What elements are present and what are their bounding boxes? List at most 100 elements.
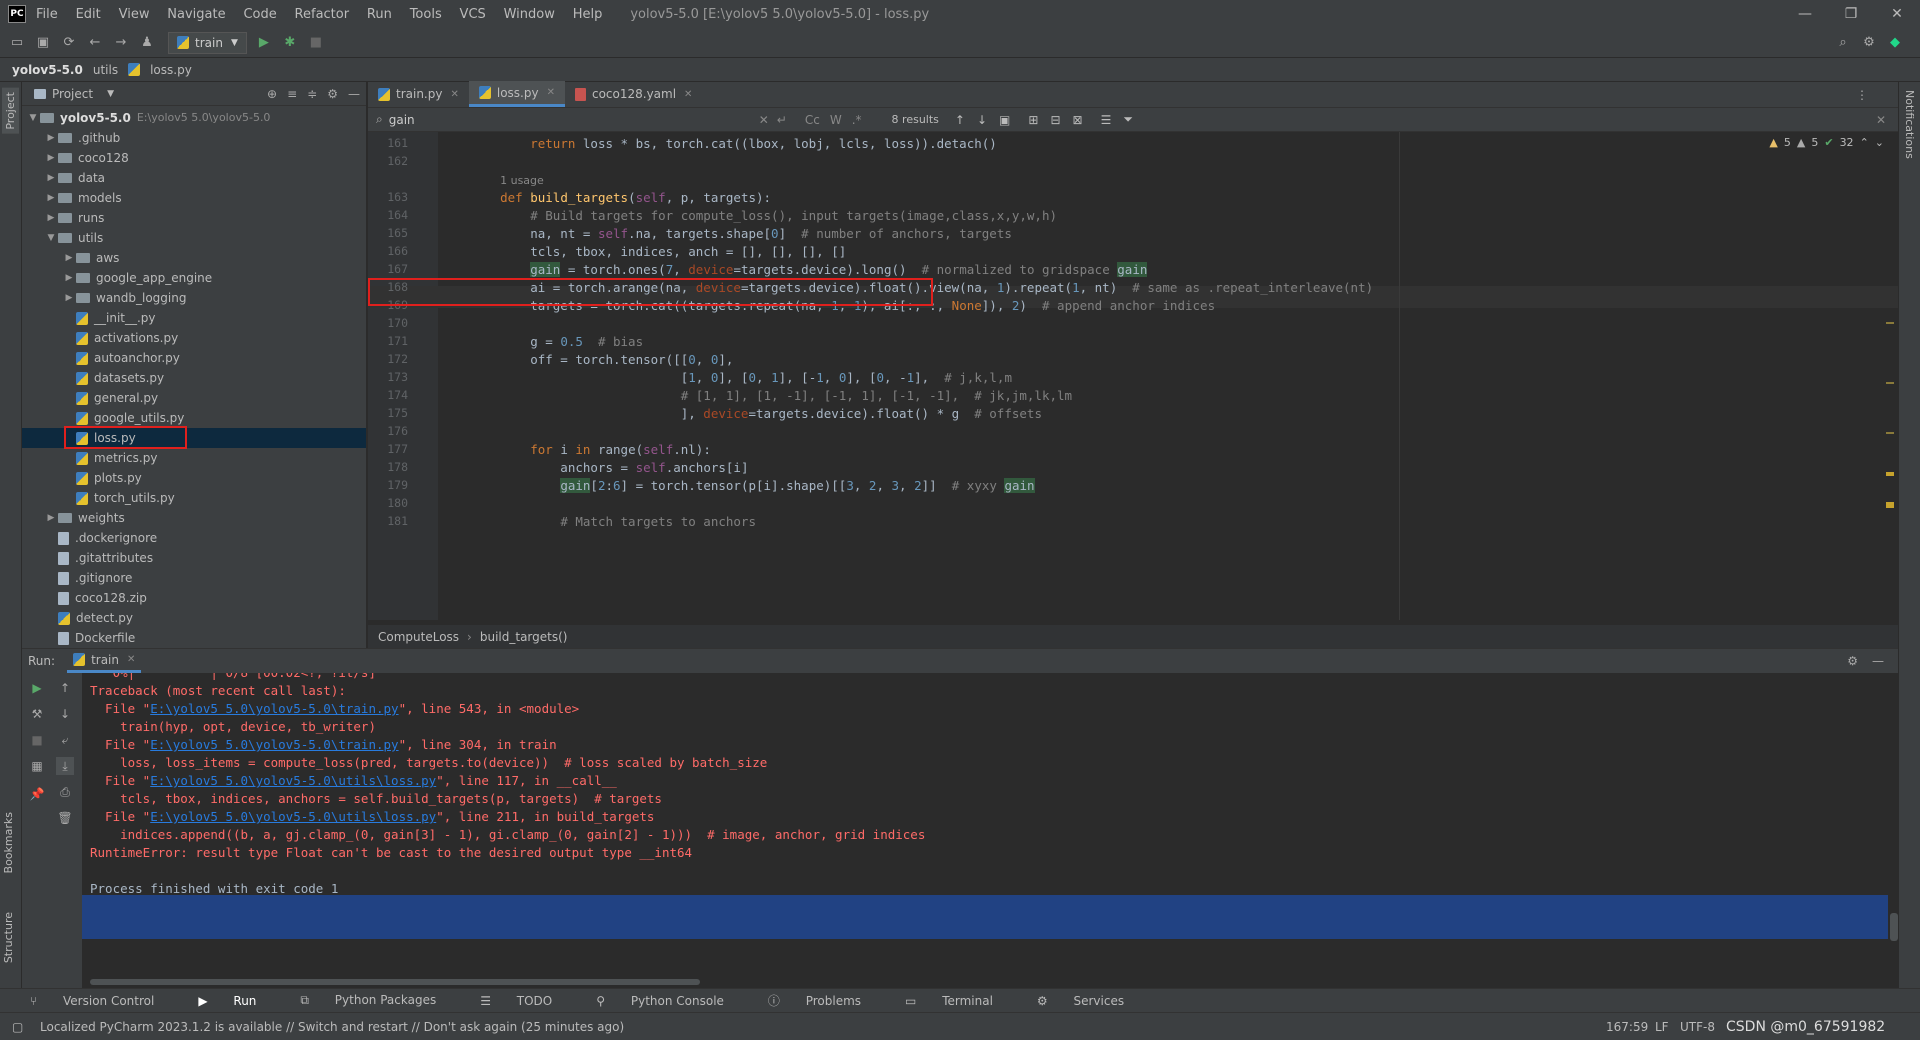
tool-terminal[interactable]: ▭ Terminal [905,994,1015,1008]
settings-gear-icon[interactable]: ⚙ [1858,32,1880,54]
close-tab-icon[interactable]: ✕ [684,89,692,100]
file-link[interactable]: E:\yolov5 5.0\yolov5-5.0\train.py [150,737,398,752]
code-line[interactable]: g = 0.5 # bias [470,334,643,349]
code-line[interactable]: ], device=targets.device).float() * g # … [470,406,1042,421]
tree-item[interactable]: .gitattributes [22,548,366,568]
tree-item[interactable]: ▶ wandb_logging [22,288,366,308]
project-header-label[interactable]: Project [52,87,93,101]
file-link[interactable]: E:\yolov5 5.0\yolov5-5.0\utils\loss.py [150,809,436,824]
tree-item[interactable]: ▶ .github [22,128,366,148]
tool-python-packages[interactable]: ⧉ Python Packages [300,993,458,1008]
tool-version-control[interactable]: ⑂ Version Control [30,994,176,1008]
status-toggle-icon[interactable]: ▢ [12,1020,23,1034]
tree-item[interactable]: ▶ google_app_engine [22,268,366,288]
down-icon[interactable]: ↓ [56,705,74,723]
project-tool-tab[interactable]: Project [2,88,19,134]
minimize-icon[interactable]: — [1782,0,1828,28]
tree-item[interactable]: __init__.py [22,308,366,328]
scroll-to-end-icon[interactable]: ⤓ [56,757,74,775]
stop-icon[interactable]: ■ [305,32,327,54]
chevron-up-icon[interactable]: ⌃ [1860,136,1869,149]
menu-code[interactable]: Code [243,7,276,22]
structure-tool-tab[interactable]: Structure [2,912,15,963]
tree-item[interactable]: coco128.zip [22,588,366,608]
close-tab-icon[interactable]: ✕ [450,89,458,100]
tree-item[interactable]: autoanchor.py [22,348,366,368]
tree-item[interactable]: activations.py [22,328,366,348]
code-line[interactable]: def build_targets(self, p, targets): [470,190,771,205]
jetbrains-logo-icon[interactable]: ◆ [1884,32,1906,54]
remove-occurrence-icon[interactable]: ⊟ [1050,113,1060,127]
rerun-icon[interactable]: ▶ [28,679,46,697]
clear-icon[interactable]: ✕ [759,113,769,127]
code-line[interactable]: 1 usage [470,172,544,187]
match-case-toggle[interactable]: Cc [805,113,820,127]
code-line[interactable]: for i in range(self.nl): [470,442,711,457]
menu-vcs[interactable]: VCS [460,7,486,22]
code-line[interactable]: [1, 0], [0, 1], [-1, 0], [0, -1], # j,k,… [470,370,1012,385]
code-line[interactable]: # [1, 1], [1, -1], [-1, 1], [-1, -1], # … [470,388,1072,403]
breadcrumb-folder[interactable]: utils [93,63,118,77]
tree-item[interactable]: ▶ aws [22,248,366,268]
tree-item[interactable]: ▶ data [22,168,366,188]
tree-item[interactable]: ▶ coco128 [22,148,366,168]
close-icon[interactable]: ✕ [1874,0,1920,28]
more-icon[interactable]: ⋮ [1856,88,1868,102]
caret-position[interactable]: 167:59 [1606,1020,1648,1034]
close-tab-icon[interactable]: ✕ [127,654,135,665]
tree-item[interactable]: .dockerignore [22,528,366,548]
menu-refactor[interactable]: Refactor [295,7,350,22]
line-separator[interactable]: LF [1655,1020,1669,1034]
tree-item[interactable]: ▶ runs [22,208,366,228]
tree-item[interactable]: datasets.py [22,368,366,388]
hide-icon[interactable]: — [1872,654,1884,668]
tab-coco128-yaml[interactable]: coco128.yaml ✕ [565,81,702,107]
code-line[interactable]: return loss * bs, torch.cat((lbox, lobj,… [470,136,997,151]
breadcrumb-file[interactable]: loss.py [128,63,202,77]
code-line[interactable]: tcls, tbox, indices, anch = [], [], [], … [470,244,846,259]
notifications-tool-tab[interactable]: Notifications [1903,90,1916,159]
expand-all-icon[interactable]: ≡ [287,87,297,101]
tree-item[interactable]: google_utils.py [22,408,366,428]
close-tab-icon[interactable]: ✕ [547,87,555,98]
tree-item[interactable]: ▼ utils [22,228,366,248]
tree-item[interactable]: torch_utils.py [22,488,366,508]
soft-wrap-icon[interactable]: ⤶ [56,731,74,749]
filter-settings-icon[interactable]: ☰ [1101,113,1112,127]
menu-help[interactable]: Help [573,7,603,22]
run-icon[interactable]: ▶ [253,32,275,54]
sync-icon[interactable]: ⟳ [58,32,80,54]
filter-icon[interactable]: ⏷ [1123,112,1133,127]
select-all-icon[interactable]: ▣ [999,113,1010,127]
debug-icon[interactable]: ✱ [279,32,301,54]
gear-icon[interactable]: ⚙ [327,87,338,101]
bookmarks-tool-tab[interactable]: Bookmarks [2,812,15,873]
tree-root[interactable]: ▼ yolov5-5.0 E:\yolov5 5.0\yolov5-5.0 [22,108,366,128]
run-tab-train[interactable]: train ✕ [67,649,142,673]
tree-item[interactable]: ▶ models [22,188,366,208]
code-line[interactable]: off = torch.tensor([[0, 0], [470,352,733,367]
chevron-down-icon[interactable]: ▼ [107,89,114,99]
code-line[interactable]: gain[2:6] = torch.tensor(p[i].shape)[[3,… [470,478,1035,493]
horizontal-scrollbar[interactable] [90,979,700,985]
print-icon[interactable]: ⎙ [56,783,74,801]
select-all-occurrences-icon[interactable]: ⊠ [1073,113,1083,127]
tab-train-py[interactable]: train.py ✕ [368,81,469,107]
locate-icon[interactable]: ⊕ [267,87,277,101]
tree-item[interactable]: general.py [22,388,366,408]
close-find-icon[interactable]: ✕ [1876,113,1886,127]
file-encoding[interactable]: UTF-8 [1680,1020,1715,1034]
tree-item[interactable]: ▶ weights [22,508,366,528]
find-input[interactable] [388,112,759,127]
regex-toggle[interactable]: .* [852,113,862,127]
code-line[interactable]: # Match targets to anchors [470,514,756,529]
breadcrumb-project[interactable]: yolov5-5.0 [12,63,83,77]
tool-todo[interactable]: ☰ TODO [480,994,574,1008]
wrench-icon[interactable]: ⚒ [28,705,46,723]
forward-icon[interactable]: → [110,32,132,54]
code-line[interactable]: # Build targets for compute_loss(), inpu… [470,208,1057,223]
code-line[interactable]: anchors = self.anchors[i] [470,460,748,475]
code-line[interactable]: na, nt = self.na, targets.shape[0] # num… [470,226,1012,241]
menu-edit[interactable]: Edit [76,7,101,22]
crumb-method[interactable]: build_targets() [480,630,568,644]
